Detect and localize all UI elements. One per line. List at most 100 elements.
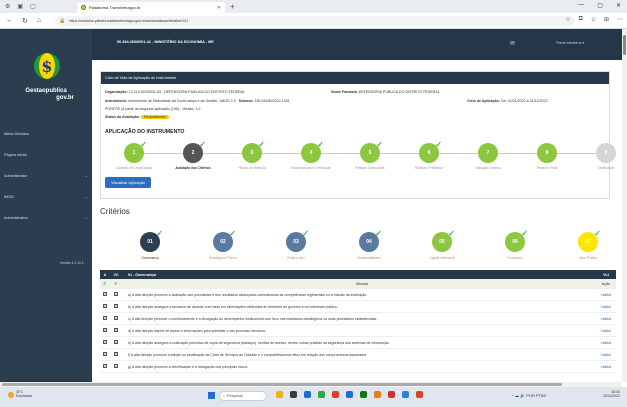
step-9-circle[interactable]: 9 bbox=[596, 143, 616, 163]
home-icon[interactable]: ⌂ bbox=[37, 17, 41, 25]
tab-actions-icon[interactable]: ▢ bbox=[30, 3, 36, 10]
table-row: e) A alta direção assegura a realização … bbox=[100, 337, 616, 349]
check-icon: ✓ bbox=[376, 140, 383, 149]
row-checkbox-vc[interactable] bbox=[114, 327, 118, 332]
sidebar-item-pagina-inicial[interactable]: Página Inicial bbox=[4, 144, 88, 165]
row-text: a) A alta direção promove a avaliação da… bbox=[128, 292, 368, 297]
step-4-circle[interactable]: 4 ✓ bbox=[301, 140, 324, 163]
validate-link[interactable]: Validar bbox=[596, 353, 616, 357]
step-2-circle[interactable]: 2 ✓ bbox=[183, 140, 206, 163]
validate-link[interactable]: Validar bbox=[596, 365, 616, 369]
taskbar-app-icon[interactable] bbox=[416, 391, 423, 398]
taskbar-app-icon[interactable] bbox=[290, 391, 297, 398]
criterion-04-label: Sustentabilidade bbox=[357, 256, 381, 260]
check-icon: ✓ bbox=[156, 229, 163, 238]
row-checkbox-a[interactable] bbox=[103, 351, 107, 356]
sidebar-item-imgg[interactable]: IMGG ⌄ bbox=[4, 186, 88, 207]
row-checkbox-a[interactable] bbox=[103, 327, 107, 332]
step-1-circle[interactable]: 1 ✓ bbox=[124, 140, 147, 163]
validate-link[interactable]: Validar bbox=[596, 293, 616, 297]
taskbar-app-icon[interactable] bbox=[346, 391, 353, 398]
profile-icon[interactable]: ⚙ bbox=[5, 3, 10, 10]
browser-tab[interactable]: Plataforma Transformagov.br ✕ bbox=[77, 2, 225, 13]
criterion-03-icon[interactable]: 03 ✓ bbox=[286, 229, 309, 252]
check-icon: ✓ bbox=[448, 229, 455, 238]
row-checkbox-vc[interactable] bbox=[114, 339, 118, 344]
taskbar-app-icon[interactable] bbox=[276, 391, 283, 398]
criterion-02-icon[interactable]: 02 ✓ bbox=[213, 229, 236, 252]
criterion-06-icon[interactable]: 06 ✓ bbox=[505, 229, 528, 252]
validate-link[interactable]: Validar bbox=[596, 305, 616, 309]
table-subheader: ✓ F Alíneas Ação bbox=[100, 279, 616, 289]
taskbar-search[interactable]: ⌕ Pesquisar bbox=[219, 391, 267, 401]
tab-title: Plataforma Transformagov.br bbox=[89, 5, 141, 10]
table-row: d) A alta direção dispõe de dados e info… bbox=[100, 325, 616, 337]
back-icon[interactable]: ← bbox=[6, 17, 13, 25]
step-3-circle[interactable]: 3 ✓ bbox=[242, 140, 265, 163]
mail-icon[interactable]: ✉ bbox=[510, 40, 515, 47]
lock-icon: 🔒 bbox=[59, 17, 66, 24]
row-checkbox-vc[interactable] bbox=[114, 363, 118, 368]
criterion-07-icon[interactable]: 07 ✓ bbox=[578, 229, 601, 252]
step-9-label: Certificação bbox=[597, 166, 615, 170]
favorites-icon[interactable]: ✩ bbox=[591, 16, 596, 23]
taskbar-app-icon[interactable] bbox=[388, 391, 395, 398]
row-checkbox-a[interactable] bbox=[103, 363, 107, 368]
search-icon: ⌕ bbox=[223, 394, 226, 398]
close-window-button[interactable]: ✕ bbox=[616, 2, 621, 9]
validate-link[interactable]: Validar bbox=[596, 329, 616, 333]
row-checkbox-a[interactable] bbox=[103, 339, 107, 344]
reload-icon[interactable]: ↻ bbox=[22, 17, 28, 25]
user-menu[interactable]: Flávia Medeiros ▾ bbox=[556, 41, 584, 45]
view-application-button[interactable]: Visualizar Aplicação bbox=[105, 177, 151, 188]
minimize-button[interactable]: — bbox=[578, 2, 584, 9]
row-checkbox-vc[interactable] bbox=[114, 315, 118, 320]
vertical-scrollbar[interactable] bbox=[622, 29, 627, 382]
criterion-03-label: Público-Alvo bbox=[287, 256, 305, 260]
sidebar-item-meus-modulos[interactable]: Meus Módulos bbox=[4, 123, 88, 144]
taskbar-app-icon[interactable] bbox=[332, 391, 339, 398]
table-header: A VC 01 - Governança VLt bbox=[100, 270, 616, 279]
row-checkbox-vc[interactable] bbox=[114, 351, 118, 356]
extensions-icon[interactable]: ⧉ bbox=[579, 16, 583, 23]
check-icon: ✓ bbox=[375, 229, 382, 238]
star-icon[interactable]: ☆ bbox=[565, 16, 570, 23]
row-checkbox-vc[interactable] bbox=[114, 291, 118, 296]
row-checkbox-a[interactable] bbox=[103, 303, 107, 308]
collections-icon[interactable]: ⊞ bbox=[604, 16, 609, 23]
clock[interactable]: 18:40 23/11/2022 bbox=[603, 390, 620, 399]
step-6-circle[interactable]: 6 ✓ bbox=[419, 140, 442, 163]
close-tab-icon[interactable]: ✕ bbox=[217, 5, 221, 11]
table-row: b) A alta direção assegura a lavratura d… bbox=[100, 301, 616, 313]
taskbar-app-icon[interactable] bbox=[360, 391, 367, 398]
more-icon[interactable]: ⋯ bbox=[617, 16, 623, 23]
criterion-01-icon[interactable]: 01 ✓ bbox=[140, 229, 163, 252]
taskbar-app-icon[interactable] bbox=[402, 391, 409, 398]
criterion-05-icon[interactable]: 05 ✓ bbox=[432, 229, 455, 252]
row-text: d) A alta direção dispõe de dados e info… bbox=[128, 328, 267, 333]
validate-link[interactable]: Validar bbox=[596, 341, 616, 345]
maximize-button[interactable]: ▢ bbox=[597, 2, 603, 9]
step-7-circle[interactable]: 7 bbox=[478, 143, 498, 163]
windows-start-icon[interactable] bbox=[208, 392, 215, 399]
row-checkbox-a[interactable] bbox=[103, 315, 107, 320]
validate-link[interactable]: Validar bbox=[596, 317, 616, 321]
taskbar-app-icon[interactable] bbox=[318, 391, 325, 398]
sidebar-item-administrativo[interactable]: Administrativo ⌄ bbox=[4, 207, 88, 228]
sun-icon bbox=[8, 391, 14, 398]
url-field[interactable]: 🔒 https://modulos.plataformatransformago… bbox=[55, 15, 576, 26]
criterion-04-icon[interactable]: 04 ✓ bbox=[359, 229, 382, 252]
new-tab-button[interactable]: + bbox=[230, 2, 235, 11]
browser-tab-strip: ⚙ ▣ ▢ Plataforma Transformagov.br ✕ + — … bbox=[0, 0, 627, 13]
sidebar-item-administrador[interactable]: Administrador ⌄ bbox=[4, 165, 88, 186]
step-5-circle[interactable]: 5 ✓ bbox=[360, 140, 383, 163]
workspaces-icon[interactable]: ▣ bbox=[17, 3, 23, 10]
weather-widget[interactable]: 30°C Ensolarado bbox=[8, 390, 32, 398]
row-checkbox-vc[interactable] bbox=[114, 303, 118, 308]
step-5-label: Práticas Destacadas bbox=[355, 166, 385, 170]
row-checkbox-a[interactable] bbox=[103, 291, 107, 296]
step-8-circle[interactable]: 8 bbox=[537, 143, 557, 163]
taskbar-app-icon[interactable] bbox=[304, 391, 311, 398]
system-tray[interactable]: ^ ☁ 🔊 POR PTB2 bbox=[512, 393, 546, 398]
taskbar-app-icon[interactable] bbox=[374, 391, 381, 398]
